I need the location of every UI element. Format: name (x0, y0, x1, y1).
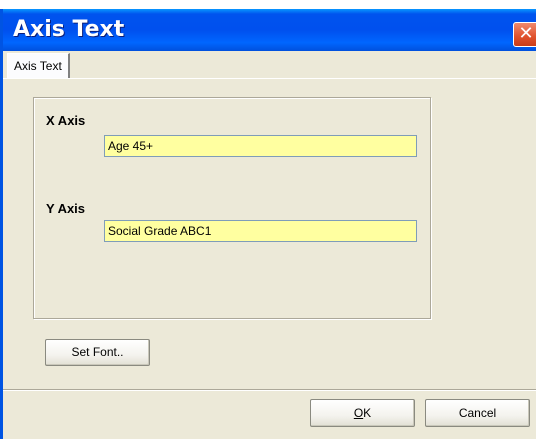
axis-text-dialog: Axis Text ✕ Axis Text X Axis Y Axis Set … (0, 9, 536, 439)
y-axis-label: Y Axis (46, 201, 86, 216)
ok-button[interactable]: OK (310, 399, 415, 427)
tab-axis-text[interactable]: Axis Text (7, 53, 70, 78)
close-button[interactable]: ✕ (513, 22, 536, 47)
x-axis-input[interactable] (104, 135, 417, 157)
x-axis-label: X Axis (46, 113, 86, 128)
axis-group-box (33, 97, 431, 319)
footer-divider (3, 389, 536, 390)
set-font-button[interactable]: Set Font.. (45, 339, 150, 366)
tab-strip: Axis Text (3, 51, 536, 79)
cancel-button[interactable]: Cancel (425, 399, 530, 427)
ok-label: K (363, 406, 372, 420)
close-icon: ✕ (518, 23, 534, 44)
set-font-label: Set Font.. (71, 345, 124, 359)
title-bar[interactable]: Axis Text ✕ (3, 9, 536, 51)
cancel-label: Cancel (458, 406, 497, 420)
window-title: Axis Text (13, 17, 125, 42)
tab-divider (3, 78, 536, 79)
ok-mnemonic: O (353, 406, 364, 420)
y-axis-input[interactable] (104, 220, 417, 242)
